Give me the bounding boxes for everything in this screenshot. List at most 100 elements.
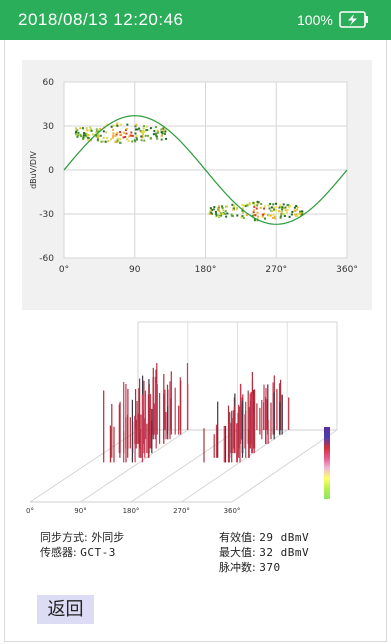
scatter-point (75, 131, 78, 134)
scatter-point (76, 135, 79, 138)
scatter-point (284, 206, 287, 209)
scatter-point (124, 135, 127, 138)
x-tick-label: 0° (26, 507, 34, 515)
scatter-point (90, 129, 93, 132)
scatter-point (131, 134, 134, 137)
scatter-point (76, 129, 79, 132)
scatter-point (274, 209, 277, 212)
scatter-point (110, 125, 113, 128)
scatter-point (119, 131, 122, 134)
scatter-point (286, 204, 289, 207)
scatter-point (257, 201, 260, 204)
scatter-point (116, 137, 119, 140)
scatter-point (263, 207, 266, 210)
scatter-point (236, 214, 239, 217)
scatter-point (135, 123, 138, 126)
scatter-point (87, 137, 90, 140)
scatter-point (232, 208, 235, 211)
scatter-point (296, 212, 299, 215)
scatter-point (293, 206, 296, 209)
scatter-point (260, 202, 263, 205)
max-label: 最大值: (219, 546, 256, 559)
scatter-point (242, 204, 245, 207)
pulse-count-row: 脉冲数: 370 (219, 560, 309, 575)
scatter-point (144, 134, 147, 137)
scatter-point (119, 138, 122, 141)
scatter-point (109, 138, 112, 141)
scatter-point (134, 128, 137, 131)
scatter-point (112, 132, 115, 135)
scatter-point (212, 208, 215, 211)
scatter-point (126, 138, 129, 141)
y-tick-label: -60 (39, 254, 54, 264)
scatter-point (86, 134, 89, 137)
status-datetime: 2018/08/13 12:20:46 (18, 10, 184, 29)
battery-charging-icon (339, 11, 368, 28)
scatter-point (225, 215, 228, 218)
scatter-point (156, 137, 159, 140)
x-tick-label: 360° (224, 507, 241, 515)
scatter-point (269, 214, 272, 217)
scatter-point (213, 206, 216, 209)
scatter-point (246, 204, 249, 207)
status-bar: 2018/08/13 12:20:46 100% (0, 0, 391, 40)
scatter-point (288, 215, 291, 218)
scatter-point (149, 127, 152, 130)
scatter-point (104, 140, 107, 143)
scatter-point (272, 206, 275, 209)
scatter-point (264, 205, 267, 208)
scatter-point (267, 204, 270, 207)
scatter-point (222, 209, 225, 212)
scatter-point (252, 209, 255, 212)
scatter-point (79, 127, 82, 130)
scatter-point (145, 125, 148, 128)
scatter-point (112, 128, 115, 131)
info-right-panel: 有效值: 29 dBmV 最大值: 32 dBmV 脉冲数: 370 (219, 530, 309, 575)
pulse-count-value: 370 (259, 561, 281, 574)
scatter-point (126, 123, 129, 126)
sync-mode-label: 同步方式: (40, 531, 88, 544)
x-tick-label: 0° (59, 265, 69, 275)
scatter-point (221, 213, 224, 216)
scatter-point (125, 127, 128, 130)
scatter-point (299, 210, 302, 213)
scatter-point (116, 122, 119, 125)
scatter-point (256, 215, 259, 218)
scatter-point (256, 204, 259, 207)
scatter-point (235, 208, 238, 211)
scatter-point (102, 136, 105, 139)
x-tick-label: 90° (74, 507, 86, 515)
scatter-point (149, 137, 152, 140)
scatter-point (226, 212, 229, 215)
x-tick-label: 270° (265, 265, 287, 275)
scatter-point (218, 210, 221, 213)
sync-mode-value: 外同步 (91, 531, 125, 544)
scatter-point (160, 134, 163, 137)
scatter-point (291, 210, 294, 213)
scatter-point (284, 209, 287, 212)
scatter-point (218, 213, 221, 216)
scatter-point (221, 205, 224, 208)
back-button[interactable]: 返回 (37, 595, 94, 624)
scatter-point (160, 128, 163, 131)
scatter-point (283, 214, 286, 217)
scatter-point (85, 127, 88, 130)
scatter-point (164, 130, 167, 133)
scatter-point (75, 127, 78, 130)
info-left-panel: 同步方式: 外同步 传感器: GCT-3 (40, 530, 124, 560)
scatter-point (143, 139, 146, 142)
scatter-point (218, 205, 221, 208)
scatter-point (140, 135, 143, 138)
scatter-point (281, 206, 284, 209)
scatter-point (233, 204, 236, 207)
scatter-point (242, 211, 245, 214)
sensor-row: 传感器: GCT-3 (40, 545, 124, 560)
scatter-point (270, 206, 273, 209)
scatter-point (152, 133, 155, 136)
scatter-point (253, 219, 256, 222)
scatter-point (129, 134, 132, 137)
scatter-point (133, 139, 136, 142)
scatter-point (280, 210, 283, 213)
scatter-point (274, 217, 277, 220)
scatter-point (105, 131, 108, 134)
